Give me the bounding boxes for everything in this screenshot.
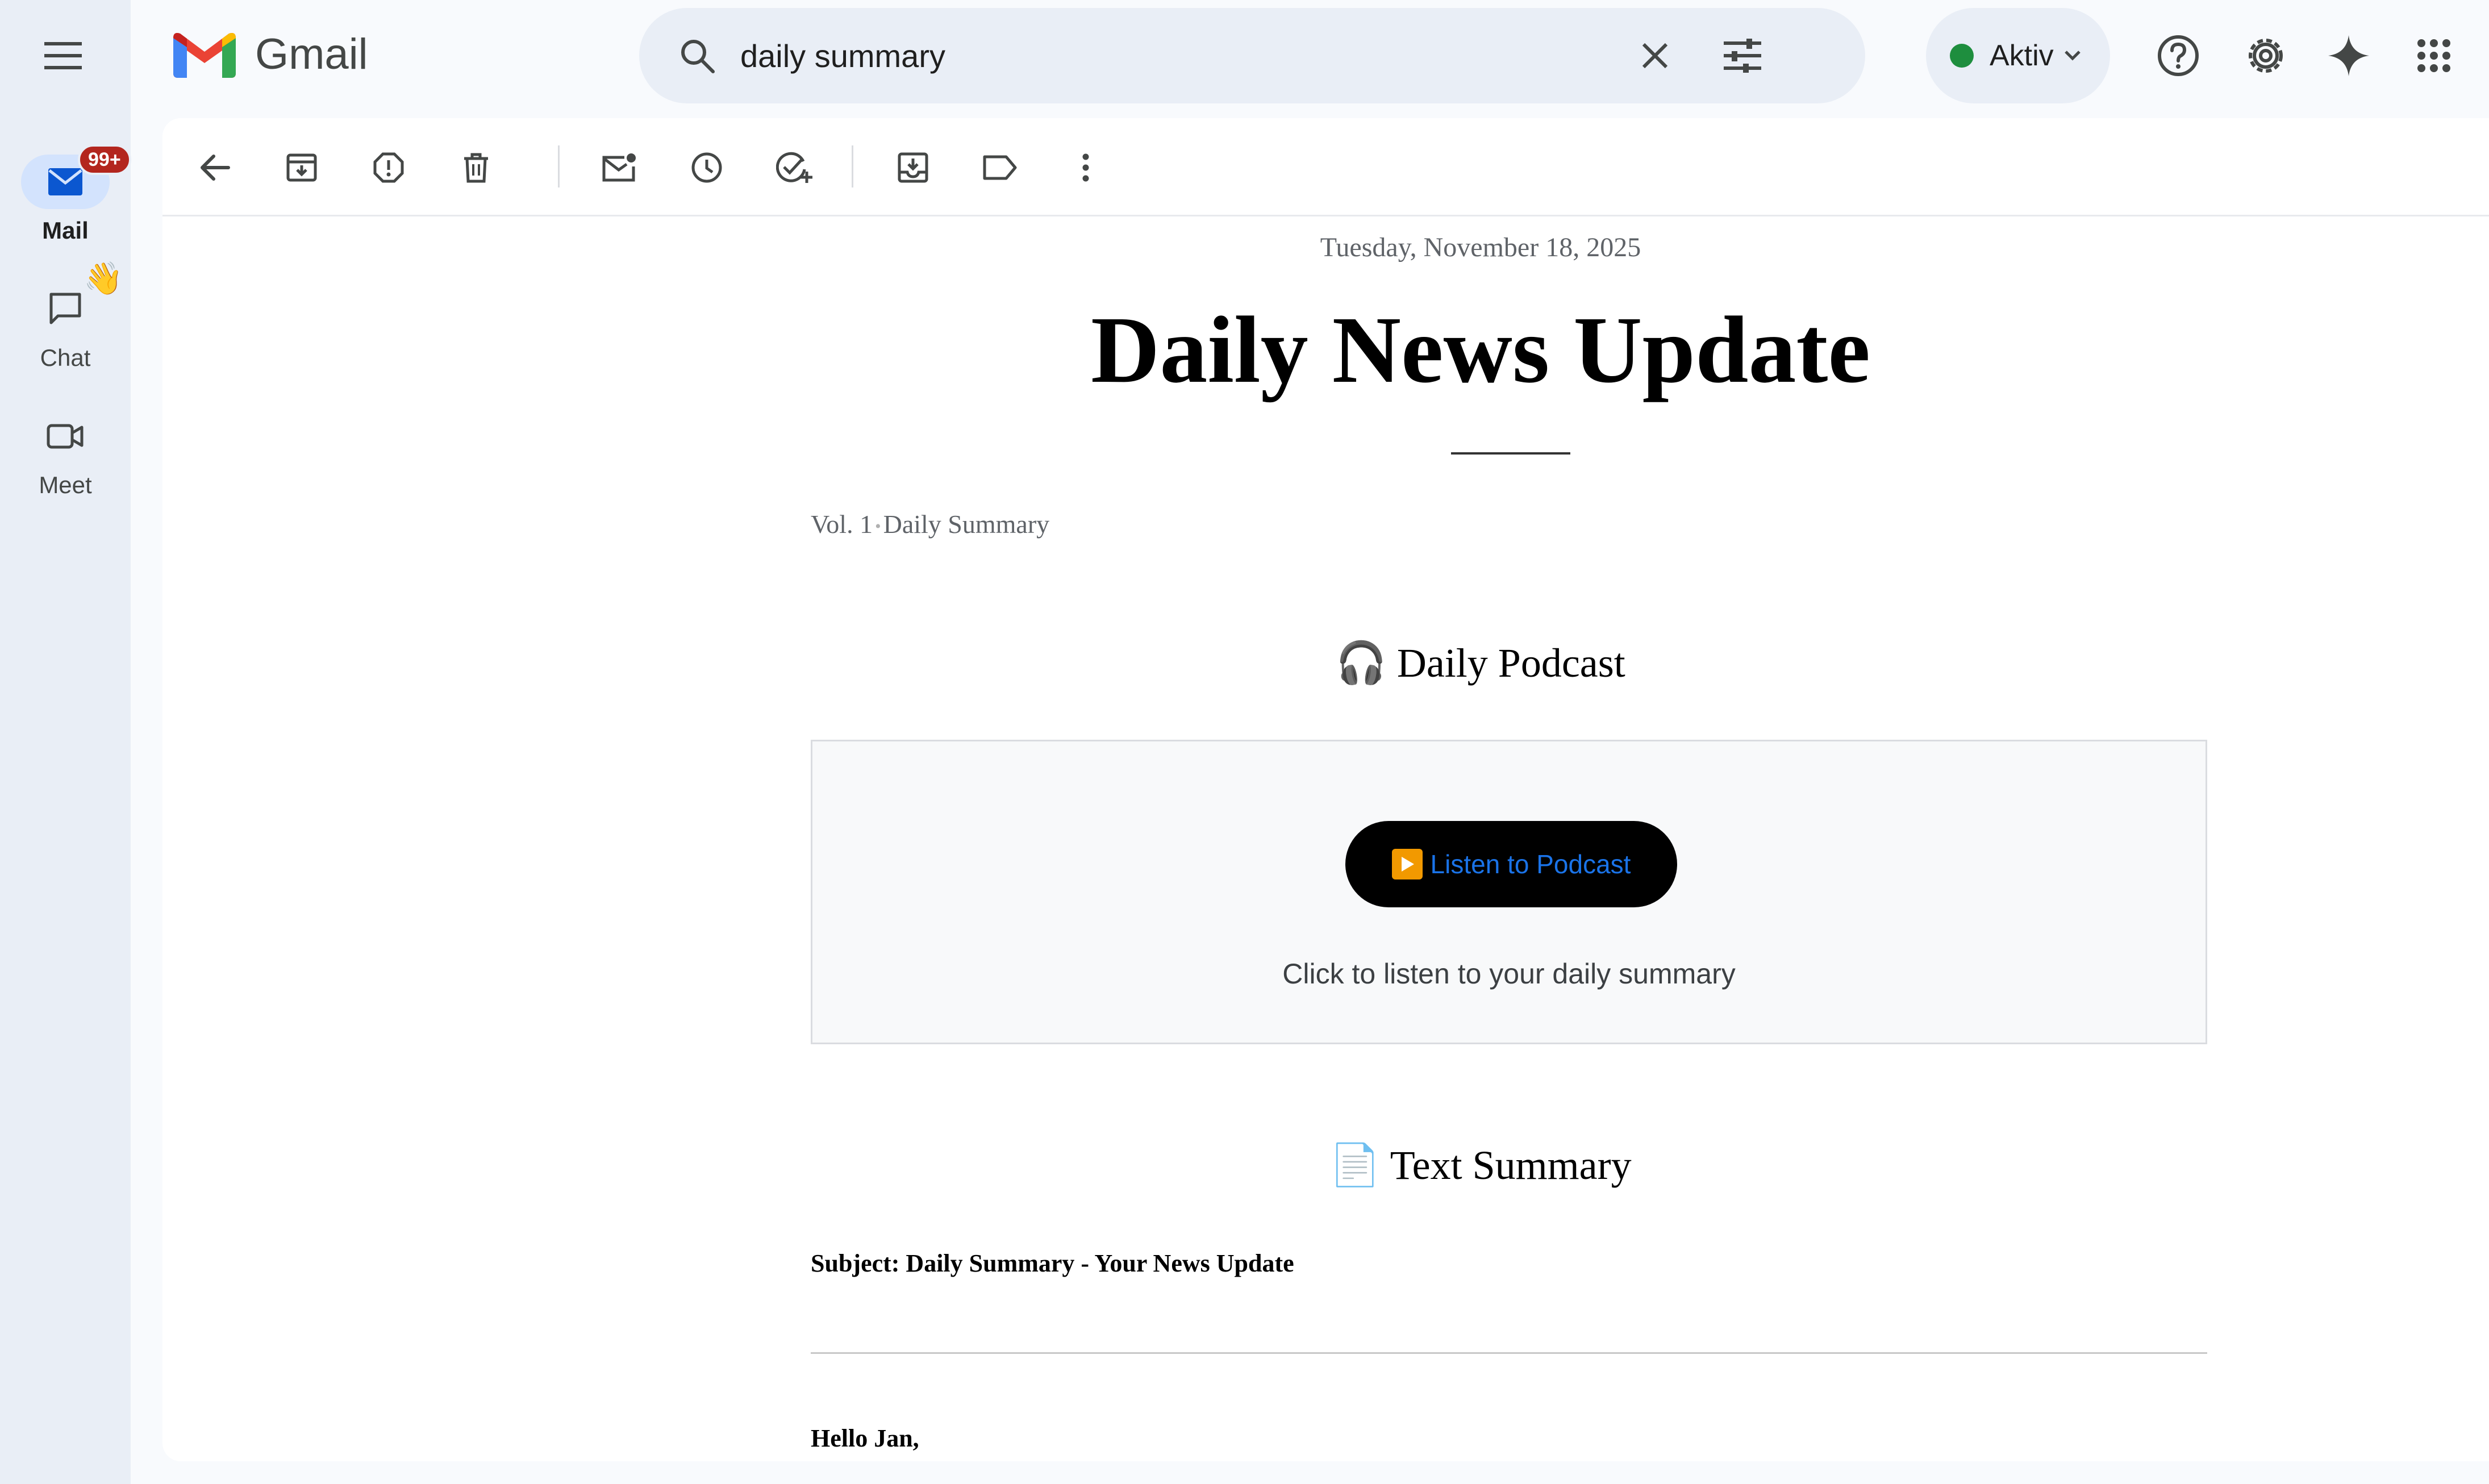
volume-number: Vol. 1: [811, 510, 873, 539]
toolbar-divider: [558, 145, 560, 187]
side-rail: 99+ Mail 👋 Chat Meet: [0, 0, 131, 1484]
labels-button[interactable]: [976, 144, 1024, 191]
sparkle-icon: [2328, 35, 2369, 76]
clock-icon: [691, 152, 722, 183]
newsletter-date: Tuesday, November 18, 2025: [1320, 232, 1641, 262]
newsletter-title: Daily News Update: [1091, 297, 1870, 403]
message-panel: Tuesday, November 18, 2025 Daily News Up…: [162, 118, 2489, 1461]
mail-pill: 99+: [21, 144, 131, 209]
text-summary-heading-text: Text Summary: [1390, 1143, 1632, 1188]
subject-divider: [811, 1352, 2207, 1354]
rail-item-label: Meet: [39, 472, 92, 498]
wave-emoji: 👋: [84, 260, 123, 296]
volume-label: Daily Summary: [883, 510, 1050, 539]
arrow-back-icon: [201, 155, 230, 181]
close-icon: [1642, 43, 1668, 69]
chevron-down-icon: [2064, 51, 2081, 61]
status-selector[interactable]: Aktiv: [1926, 8, 2110, 103]
volume-line: Vol. 1 •Daily Summary: [811, 509, 1049, 539]
play-icon: [1391, 849, 1423, 879]
document-icon: 📄: [1329, 1143, 1381, 1188]
rail-item-label: Mail: [42, 217, 89, 244]
main-menu-button[interactable]: [36, 35, 90, 76]
rail-item-chat[interactable]: 👋 Chat: [0, 262, 131, 372]
tune-icon: [1724, 39, 1761, 73]
add-to-tasks-button[interactable]: [770, 144, 818, 191]
podcast-box: Listen to Podcast Click to listen to you…: [811, 740, 2207, 1044]
rail-item-label: Chat: [40, 344, 91, 371]
label-icon: [983, 155, 1017, 180]
gear-icon: [2249, 39, 2283, 73]
headphones-icon: 🎧: [1336, 640, 1387, 686]
more-vert-icon: [1082, 153, 1089, 182]
move-to-button[interactable]: [889, 144, 937, 191]
apps-grid-icon: [2417, 39, 2450, 72]
apps-button[interactable]: [2407, 28, 2461, 83]
back-button[interactable]: [191, 144, 239, 191]
search-options-button[interactable]: [1715, 28, 1770, 83]
search-button[interactable]: [674, 33, 720, 78]
archive-icon: [286, 153, 317, 182]
status-dot: [1950, 44, 1974, 68]
clear-search-button[interactable]: [1628, 28, 1682, 83]
more-options-button[interactable]: [1062, 144, 1110, 191]
volume-separator: •: [875, 517, 881, 536]
move-to-inbox-icon: [898, 152, 928, 183]
help-icon: [2158, 35, 2199, 76]
settings-button[interactable]: [2238, 28, 2293, 83]
trash-icon: [464, 153, 488, 183]
summary-subject: Subject: Daily Summary - Your News Updat…: [811, 1249, 1294, 1277]
toolbar-divider: [852, 145, 853, 187]
title-divider: [1451, 452, 1570, 455]
search-bar: [639, 8, 1865, 103]
gmail-m-icon: [173, 32, 236, 78]
search-icon: [681, 40, 715, 73]
chat-icon: [49, 293, 81, 324]
podcast-heading: 🎧 Daily Podcast: [799, 639, 2162, 687]
delete-button[interactable]: [452, 144, 500, 191]
mail-icon: [48, 168, 82, 195]
mark-unread-button[interactable]: [595, 144, 643, 191]
mark-unread-icon: [602, 153, 636, 182]
status-label: Aktiv: [1990, 39, 2054, 72]
gmail-logo[interactable]: Gmail: [173, 30, 368, 79]
help-button[interactable]: [2151, 28, 2206, 83]
podcast-hint: Click to listen to your daily summary: [1282, 958, 1736, 990]
hamburger-icon: [44, 42, 82, 69]
chat-pill: 👋: [21, 262, 123, 336]
gemini-button[interactable]: [2321, 28, 2376, 83]
greeting: Hello Jan,: [811, 1424, 919, 1452]
message-toolbar: [162, 118, 2489, 216]
listen-to-podcast-button[interactable]: Listen to Podcast: [1345, 821, 1677, 907]
text-summary-heading: 📄 Text Summary: [799, 1141, 2162, 1189]
snooze-button[interactable]: [683, 144, 731, 191]
listen-link[interactable]: Listen to Podcast: [1431, 849, 1631, 879]
rail-item-meet[interactable]: Meet: [0, 409, 131, 499]
report-spam-button[interactable]: [365, 144, 412, 191]
unread-badge: 99+: [78, 144, 131, 175]
meet-pill: [21, 409, 110, 464]
video-camera-icon: [47, 424, 84, 449]
podcast-heading-text: Daily Podcast: [1396, 640, 1625, 686]
report-icon: [373, 152, 404, 183]
archive-button[interactable]: [278, 144, 326, 191]
search-input[interactable]: [739, 36, 1628, 75]
app-name: Gmail: [255, 30, 368, 78]
add-task-icon: [776, 152, 812, 183]
rail-item-mail[interactable]: 99+ Mail: [0, 144, 131, 244]
